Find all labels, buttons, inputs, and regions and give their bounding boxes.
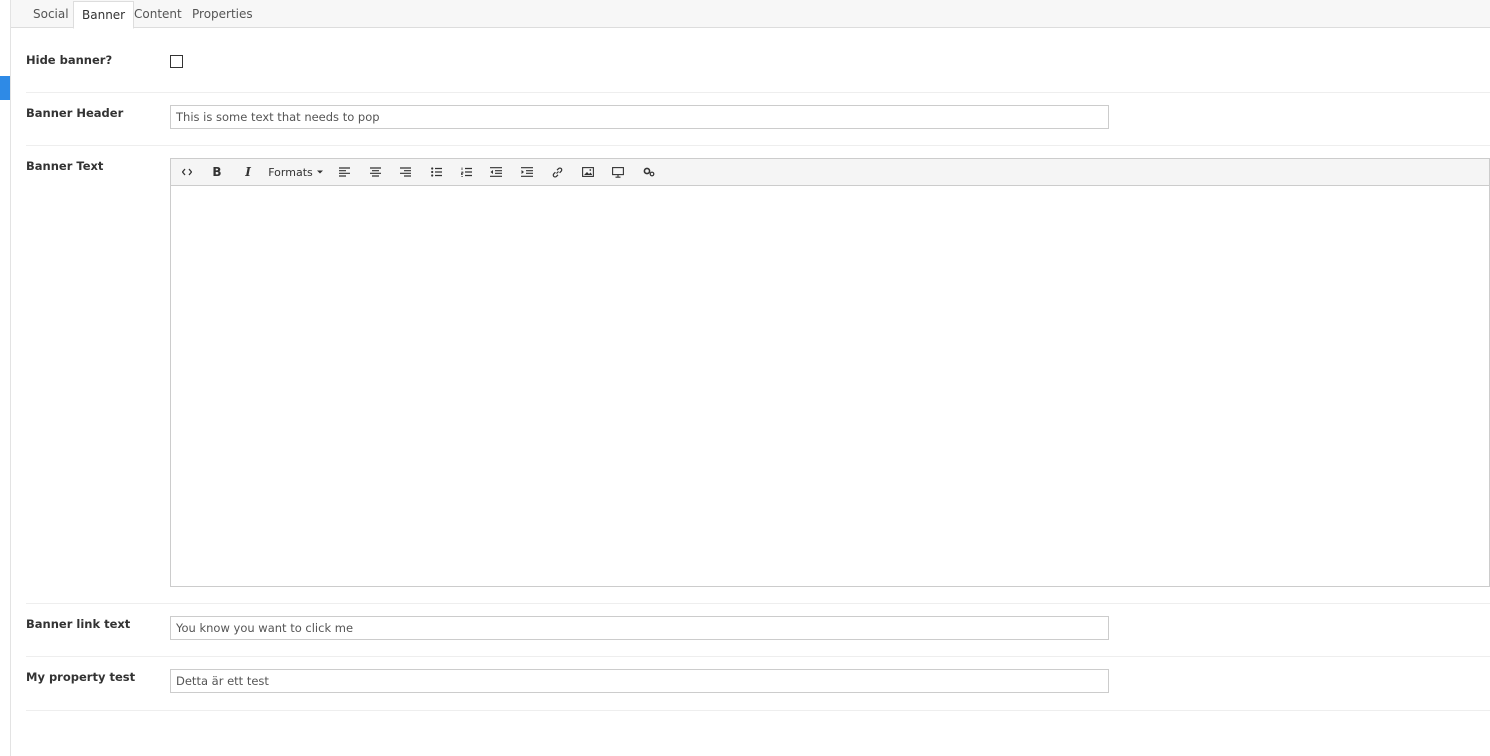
chevron-down-icon [316, 170, 323, 174]
hide-banner-label: Hide banner? [26, 53, 113, 67]
image-icon[interactable] [573, 159, 603, 185]
banner-link-text-input[interactable]: You know you want to click me [170, 616, 1109, 640]
left-rail [0, 0, 11, 756]
align-left-icon[interactable] [329, 159, 359, 185]
tab-bar: Social Banner Content Properties [11, 0, 1490, 29]
align-right-icon[interactable] [390, 159, 420, 185]
hide-banner-checkbox[interactable] [170, 55, 183, 68]
tab-content[interactable]: Content [126, 1, 190, 28]
my-property-test-row: My property test Detta är ett test [26, 657, 1490, 711]
active-indicator [0, 76, 10, 100]
formats-dropdown[interactable]: Formats [265, 159, 327, 185]
formats-label: Formats [268, 165, 313, 179]
align-center-icon[interactable] [360, 159, 390, 185]
tab-banner[interactable]: Banner [73, 1, 135, 29]
link-icon[interactable] [542, 159, 572, 185]
banner-header-input[interactable]: This is some text that needs to pop [170, 105, 1109, 129]
tab-properties[interactable]: Properties [184, 1, 261, 28]
banner-text-label: Banner Text [26, 159, 104, 173]
banner-link-text-row: Banner link text You know you want to cl… [26, 604, 1490, 657]
banner-link-text-label: Banner link text [26, 617, 131, 631]
my-property-test-label: My property test [26, 670, 136, 684]
code-icon[interactable] [172, 159, 202, 185]
hide-banner-row: Hide banner? [26, 40, 1490, 93]
embed-icon[interactable] [603, 159, 633, 185]
bullet-list-icon[interactable] [421, 159, 451, 185]
indent-icon[interactable] [512, 159, 542, 185]
numbered-list-icon[interactable] [451, 159, 481, 185]
banner-text-row: Banner Text B I Formats [26, 146, 1490, 604]
macro-icon[interactable] [634, 159, 664, 185]
banner-header-row: Banner Header This is some text that nee… [26, 93, 1490, 146]
my-property-test-input[interactable]: Detta är ett test [170, 669, 1109, 693]
tab-social[interactable]: Social [25, 1, 77, 28]
italic-icon[interactable]: I [233, 159, 263, 185]
bold-icon[interactable]: B [202, 159, 232, 185]
editor-toolbar: B I Formats [171, 159, 1489, 186]
outdent-icon[interactable] [481, 159, 511, 185]
banner-header-label: Banner Header [26, 106, 124, 120]
editor-content-area[interactable] [171, 186, 1489, 586]
rich-text-editor: B I Formats [170, 158, 1490, 587]
